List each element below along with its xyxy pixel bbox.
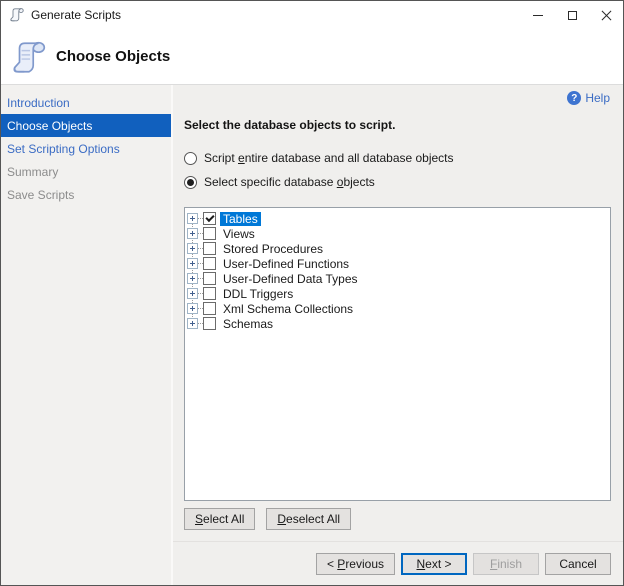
- window-title: Generate Scripts: [31, 8, 122, 22]
- sidebar-item-set-scripting-options[interactable]: Set Scripting Options: [1, 137, 171, 160]
- expand-plus-icon[interactable]: [187, 243, 198, 254]
- expand-plus-icon[interactable]: [187, 228, 198, 239]
- tree-item-label[interactable]: Xml Schema Collections: [220, 302, 356, 316]
- finish-button[interactable]: Finish: [473, 552, 539, 575]
- previous-button[interactable]: < Previous: [315, 552, 395, 575]
- tree-item[interactable]: Xml Schema Collections: [187, 301, 610, 316]
- checkbox-icon[interactable]: [203, 287, 216, 300]
- select-all-button[interactable]: Select All: [184, 508, 256, 530]
- main-pane: ? Help Select the database objects to sc…: [173, 85, 623, 585]
- help-link-label: Help: [585, 91, 610, 105]
- script-scroll-icon: [13, 41, 46, 73]
- object-tree[interactable]: Tables Views Stored Procedures User-Defi…: [184, 207, 611, 501]
- sidebar-item-save-scripts[interactable]: Save Scripts: [1, 183, 171, 206]
- tree-item-label[interactable]: Schemas: [220, 317, 276, 331]
- instruction-text: Select the database objects to script.: [184, 118, 396, 132]
- script-scroll-icon: [10, 8, 24, 22]
- maximize-button[interactable]: [555, 1, 589, 29]
- tree-item-label[interactable]: Stored Procedures: [220, 242, 326, 256]
- tree-item-label[interactable]: Tables: [220, 211, 261, 226]
- checkbox-icon[interactable]: [203, 272, 216, 285]
- sidebar-item-label: Set Scripting Options: [7, 141, 120, 156]
- page-title: Choose Objects: [56, 48, 171, 65]
- wizard-footer: < Previous Next > Finish Cancel: [173, 541, 623, 585]
- checkbox-icon[interactable]: [203, 257, 216, 270]
- help-link[interactable]: ? Help: [567, 91, 610, 105]
- expand-plus-icon[interactable]: [187, 273, 198, 284]
- tree-item-label[interactable]: User-Defined Functions: [220, 257, 352, 271]
- cancel-button[interactable]: Cancel: [545, 552, 611, 575]
- radio-icon[interactable]: [184, 175, 197, 189]
- tree-item[interactable]: User-Defined Functions: [187, 256, 610, 271]
- wizard-steps-sidebar: Introduction Choose Objects Set Scriptin…: [1, 85, 173, 585]
- tree-item[interactable]: Tables: [187, 211, 610, 226]
- sidebar-item-choose-objects[interactable]: Choose Objects: [1, 114, 171, 137]
- checkbox-icon[interactable]: [203, 212, 216, 225]
- radio-script-entire-database[interactable]: Script entire database and all database …: [184, 150, 623, 166]
- help-icon: ?: [567, 91, 582, 105]
- sidebar-item-label: Summary: [7, 164, 59, 179]
- tree-item-label[interactable]: Views: [220, 227, 258, 241]
- deselect-all-button[interactable]: Deselect All: [266, 508, 352, 530]
- tree-item[interactable]: User-Defined Data Types: [187, 271, 610, 286]
- generate-scripts-dialog: Generate Scripts Choose Objects Introduc…: [0, 0, 624, 586]
- close-icon: [601, 10, 612, 21]
- next-button[interactable]: Next >: [401, 552, 467, 575]
- radio-select-specific-objects[interactable]: Select specific database objects: [184, 174, 623, 190]
- checkbox-icon[interactable]: [203, 227, 216, 240]
- radio-icon[interactable]: [184, 151, 197, 165]
- expand-plus-icon[interactable]: [187, 213, 198, 224]
- sidebar-item-label: Save Scripts: [7, 187, 75, 202]
- expand-plus-icon[interactable]: [187, 258, 198, 269]
- expand-plus-icon[interactable]: [187, 318, 198, 329]
- minimize-icon: [533, 14, 543, 16]
- object-tree-list: Tables Views Stored Procedures User-Defi…: [185, 208, 610, 331]
- tree-item[interactable]: Stored Procedures: [187, 241, 610, 256]
- wizard-header: Choose Objects: [1, 29, 623, 85]
- checkbox-icon[interactable]: [203, 242, 216, 255]
- minimize-button[interactable]: [521, 1, 555, 29]
- sidebar-item-label: Choose Objects: [7, 118, 93, 133]
- title-bar: Generate Scripts: [1, 1, 623, 29]
- tree-item[interactable]: DDL Triggers: [187, 286, 610, 301]
- expand-plus-icon[interactable]: [187, 303, 198, 314]
- checkbox-icon[interactable]: [203, 302, 216, 315]
- maximize-icon: [567, 10, 577, 20]
- close-button[interactable]: [589, 1, 623, 29]
- sidebar-item-label: Introduction: [7, 95, 70, 110]
- radio-label: Script entire database and all database …: [204, 151, 454, 165]
- checkbox-icon[interactable]: [203, 317, 216, 330]
- tree-item-label[interactable]: DDL Triggers: [220, 287, 296, 301]
- sidebar-item-summary[interactable]: Summary: [1, 160, 171, 183]
- radio-label: Select specific database objects: [204, 175, 375, 189]
- scope-radio-group: Script entire database and all database …: [184, 150, 623, 198]
- expand-plus-icon[interactable]: [187, 288, 198, 299]
- tree-item-label[interactable]: User-Defined Data Types: [220, 272, 361, 286]
- sidebar-item-introduction[interactable]: Introduction: [1, 91, 171, 114]
- tree-item[interactable]: Schemas: [187, 316, 610, 331]
- tree-item[interactable]: Views: [187, 226, 610, 241]
